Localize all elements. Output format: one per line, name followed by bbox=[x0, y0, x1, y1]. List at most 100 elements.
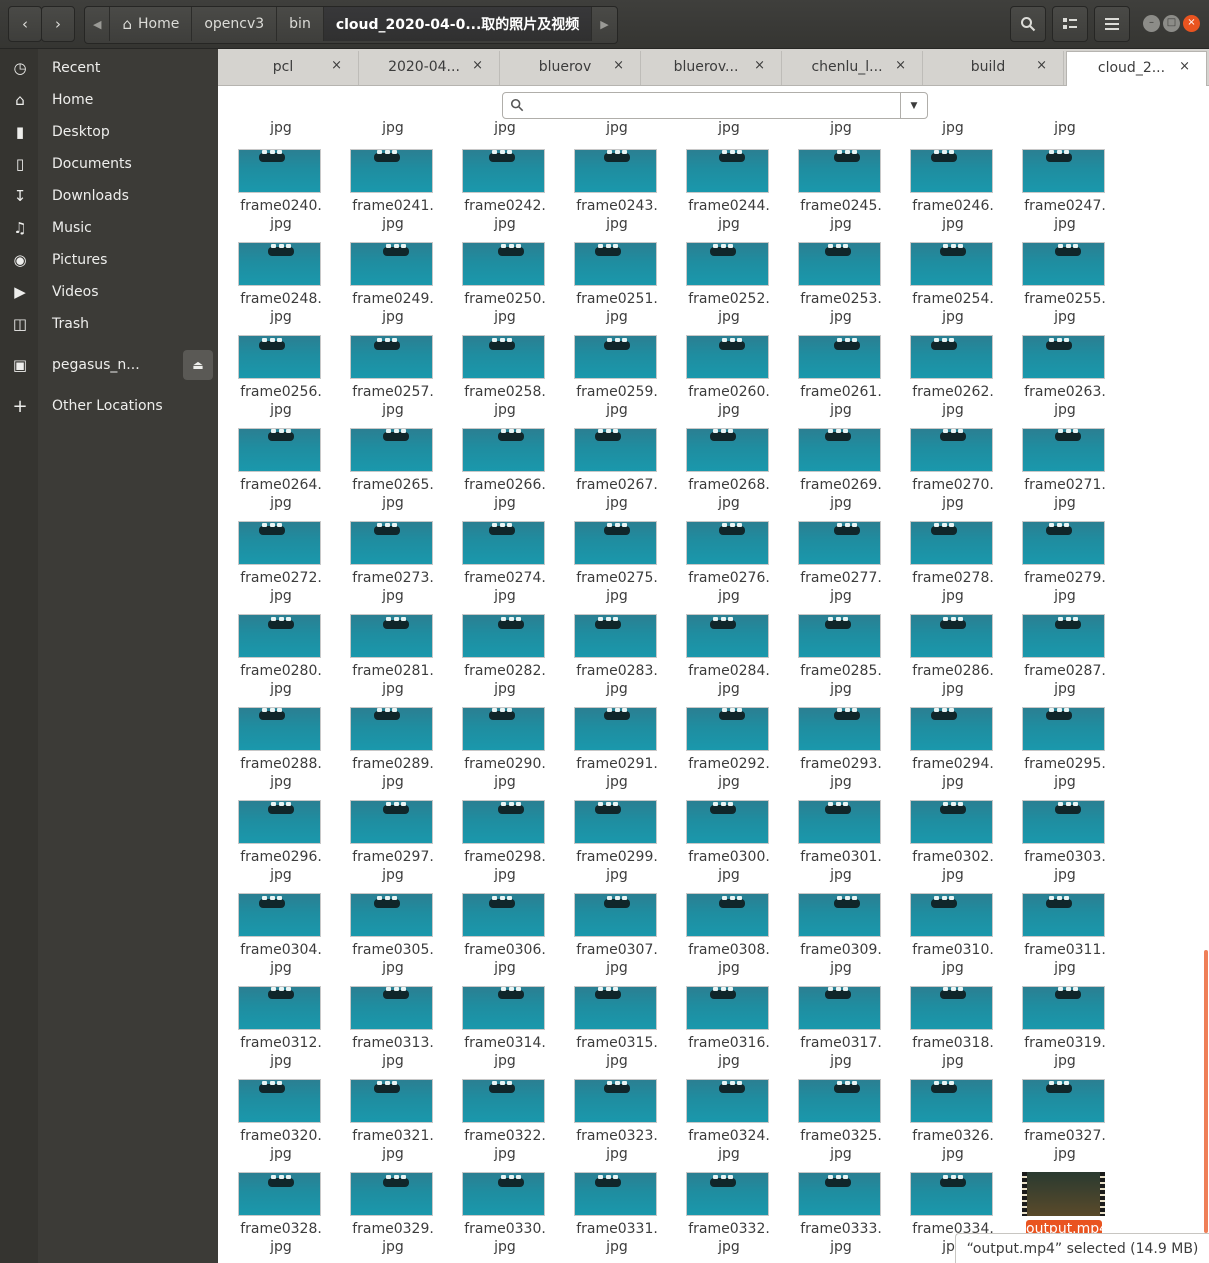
sidebar-item-desktop[interactable]: ▮ Desktop bbox=[0, 116, 218, 148]
file-item[interactable]: frame0290. jpg bbox=[442, 679, 554, 790]
file-item[interactable]: frame0245. jpg bbox=[778, 121, 890, 232]
file-item[interactable]: frame0261. jpg bbox=[778, 307, 890, 418]
file-item[interactable]: frame0326. jpg bbox=[890, 1051, 1002, 1162]
file-item[interactable]: frame0328. jpg bbox=[218, 1144, 330, 1255]
file-item[interactable]: frame0260. jpg bbox=[666, 307, 778, 418]
file-item[interactable]: frame0314. jpg bbox=[442, 958, 554, 1069]
sidebar-item-home[interactable]: ⌂ Home bbox=[0, 84, 218, 116]
breadcrumb-bin[interactable]: bin bbox=[277, 7, 324, 41]
tab-chenlu[interactable]: chenlu_l... × bbox=[782, 51, 923, 85]
search-options-dropdown[interactable]: ▼ bbox=[900, 93, 927, 118]
file-item[interactable]: frame0283. jpg bbox=[554, 586, 666, 697]
file-item[interactable]: frame0332. jpg bbox=[666, 1144, 778, 1255]
file-item[interactable]: frame0306. jpg bbox=[442, 865, 554, 976]
sidebar-item-other-locations[interactable]: + Other Locations bbox=[0, 390, 218, 422]
file-item[interactable]: frame0297. jpg bbox=[330, 772, 442, 883]
file-item[interactable]: frame0298. jpg bbox=[442, 772, 554, 883]
file-item[interactable]: frame0299. jpg bbox=[554, 772, 666, 883]
file-item[interactable]: frame0255. jpg bbox=[1002, 214, 1114, 325]
tab-pcl[interactable]: pcl × bbox=[218, 51, 359, 85]
file-item[interactable]: frame0267. jpg bbox=[554, 400, 666, 511]
tab-cloud-active[interactable]: cloud_2... × bbox=[1066, 51, 1207, 86]
file-item[interactable]: frame0319. jpg bbox=[1002, 958, 1114, 1069]
file-item[interactable]: frame0286. jpg bbox=[890, 586, 1002, 697]
sidebar-item-trash[interactable]: ◫ Trash bbox=[0, 308, 218, 340]
file-item[interactable]: frame0263. jpg bbox=[1002, 307, 1114, 418]
file-item[interactable]: frame0310. jpg bbox=[890, 865, 1002, 976]
file-item[interactable]: frame0300. jpg bbox=[666, 772, 778, 883]
file-item[interactable]: frame0279. jpg bbox=[1002, 493, 1114, 604]
file-item[interactable]: frame0281. jpg bbox=[330, 586, 442, 697]
file-item[interactable]: frame0275. jpg bbox=[554, 493, 666, 604]
file-item[interactable]: frame0253. jpg bbox=[778, 214, 890, 325]
file-item[interactable]: frame0262. jpg bbox=[890, 307, 1002, 418]
breadcrumb-home[interactable]: ⌂ Home bbox=[110, 7, 193, 41]
file-item[interactable]: frame0264. jpg bbox=[218, 400, 330, 511]
file-item[interactable]: frame0323. jpg bbox=[554, 1051, 666, 1162]
file-item[interactable]: frame0331. jpg bbox=[554, 1144, 666, 1255]
sidebar-item-recent[interactable]: ◷ Recent bbox=[0, 52, 218, 84]
sidebar-item-pegasus-drive[interactable]: ▣ pegasus_n... ⏏ bbox=[0, 349, 218, 381]
file-item[interactable]: frame0256. jpg bbox=[218, 307, 330, 418]
close-icon[interactable]: × bbox=[1179, 59, 1190, 74]
file-item[interactable]: frame0317. jpg bbox=[778, 958, 890, 1069]
search-input[interactable]: ▼ bbox=[502, 92, 928, 119]
file-item[interactable]: frame0285. jpg bbox=[778, 586, 890, 697]
file-item[interactable]: frame0277. jpg bbox=[778, 493, 890, 604]
file-item[interactable]: frame0282. jpg bbox=[442, 586, 554, 697]
file-item[interactable]: frame0280. jpg bbox=[218, 586, 330, 697]
file-item[interactable]: frame0271. jpg bbox=[1002, 400, 1114, 511]
close-icon[interactable]: × bbox=[613, 58, 624, 73]
file-item[interactable]: frame0329. jpg bbox=[330, 1144, 442, 1255]
search-button[interactable] bbox=[1010, 6, 1046, 42]
file-item[interactable]: frame0309. jpg bbox=[778, 865, 890, 976]
file-item-video[interactable]: output.mp4 bbox=[1002, 1144, 1114, 1238]
breadcrumb-current-folder[interactable]: cloud_2020-04-0...取的照片及视频 bbox=[323, 7, 593, 41]
file-item[interactable]: frame0334. jpg bbox=[890, 1144, 1002, 1255]
file-item[interactable]: frame0293. jpg bbox=[778, 679, 890, 790]
file-item[interactable]: frame0248. jpg bbox=[218, 214, 330, 325]
file-item[interactable]: frame0322. jpg bbox=[442, 1051, 554, 1162]
file-item[interactable]: frame0242. jpg bbox=[442, 121, 554, 232]
file-item[interactable]: frame0287. jpg bbox=[1002, 586, 1114, 697]
back-button[interactable]: ‹ bbox=[8, 6, 42, 42]
file-item[interactable]: frame0301. jpg bbox=[778, 772, 890, 883]
close-window-button[interactable]: × bbox=[1183, 15, 1200, 32]
sidebar-item-downloads[interactable]: ↧ Downloads bbox=[0, 180, 218, 212]
maximize-button[interactable]: □ bbox=[1163, 15, 1180, 32]
file-item[interactable]: frame0311. jpg bbox=[1002, 865, 1114, 976]
file-item[interactable]: frame0257. jpg bbox=[330, 307, 442, 418]
file-item[interactable]: frame0252. jpg bbox=[666, 214, 778, 325]
sidebar-item-pictures[interactable]: ◉ Pictures bbox=[0, 244, 218, 276]
breadcrumb-right-arrow[interactable]: ▶ bbox=[592, 7, 616, 41]
file-item[interactable]: frame0304. jpg bbox=[218, 865, 330, 976]
breadcrumb-opencv3[interactable]: opencv3 bbox=[192, 7, 278, 41]
tab-bluerov[interactable]: bluerov × bbox=[500, 51, 641, 85]
file-item[interactable]: frame0288. jpg bbox=[218, 679, 330, 790]
file-item[interactable]: frame0292. jpg bbox=[666, 679, 778, 790]
tab-build[interactable]: build × bbox=[923, 51, 1064, 85]
file-item[interactable]: frame0295. jpg bbox=[1002, 679, 1114, 790]
file-item[interactable]: frame0284. jpg bbox=[666, 586, 778, 697]
minimize-button[interactable]: – bbox=[1143, 15, 1160, 32]
file-item[interactable]: frame0307. jpg bbox=[554, 865, 666, 976]
file-item[interactable]: frame0247. jpg bbox=[1002, 121, 1114, 232]
scrollbar[interactable] bbox=[1204, 950, 1208, 1233]
close-icon[interactable]: × bbox=[1036, 58, 1047, 73]
file-item[interactable]: frame0330. jpg bbox=[442, 1144, 554, 1255]
file-item[interactable]: frame0274. jpg bbox=[442, 493, 554, 604]
file-item[interactable]: frame0273. jpg bbox=[330, 493, 442, 604]
menu-button[interactable] bbox=[1094, 6, 1130, 42]
sidebar-item-documents[interactable]: ▯ Documents bbox=[0, 148, 218, 180]
file-item[interactable]: frame0320. jpg bbox=[218, 1051, 330, 1162]
view-toggle-button[interactable] bbox=[1052, 6, 1088, 42]
file-item[interactable]: frame0296. jpg bbox=[218, 772, 330, 883]
file-item[interactable]: frame0294. jpg bbox=[890, 679, 1002, 790]
file-item[interactable]: frame0276. jpg bbox=[666, 493, 778, 604]
file-item[interactable]: frame0272. jpg bbox=[218, 493, 330, 604]
file-item[interactable]: frame0321. jpg bbox=[330, 1051, 442, 1162]
file-item[interactable]: frame0325. jpg bbox=[778, 1051, 890, 1162]
file-item[interactable]: frame0251. jpg bbox=[554, 214, 666, 325]
file-item[interactable]: frame0291. jpg bbox=[554, 679, 666, 790]
file-item[interactable]: frame0303. jpg bbox=[1002, 772, 1114, 883]
